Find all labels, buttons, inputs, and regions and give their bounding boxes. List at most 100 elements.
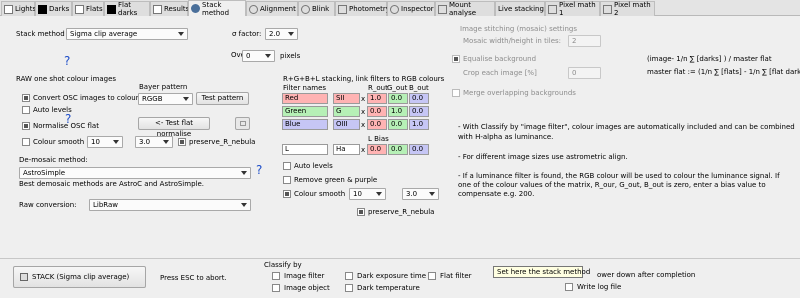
blue-name-field[interactable]: Blue — [282, 119, 328, 130]
equalise-checkbox[interactable] — [452, 55, 460, 63]
merge-checkbox[interactable] — [452, 89, 460, 97]
demosaic-help-icon[interactable]: ? — [256, 163, 262, 177]
convert-osc-checkbox[interactable] — [22, 94, 30, 102]
tab-stack-method[interactable]: Stack method — [188, 0, 246, 17]
sigma-factor-select[interactable]: 2.0 — [265, 28, 298, 40]
remove-green-label: Remove green & purple — [294, 176, 378, 184]
tab-darks[interactable]: Darks — [35, 1, 72, 16]
dark-exposure-checkbox[interactable] — [345, 272, 353, 280]
chevron-down-icon — [265, 54, 271, 58]
tab-flats[interactable]: Flats — [72, 1, 104, 16]
chevron-down-icon — [163, 140, 169, 144]
raw-conversion-label: Raw conversion: — [19, 201, 77, 209]
mosaic-width-input[interactable]: 2 — [568, 35, 601, 47]
tab-lights[interactable]: Lights — [1, 1, 36, 16]
b-out-label: B_out — [409, 84, 429, 92]
crop-input[interactable]: 0 — [568, 67, 601, 79]
chevron-down-icon — [183, 97, 189, 101]
test-flat-normalise-button[interactable]: <- Test flat normalise — [138, 117, 210, 138]
tab-photometry[interactable]: Photometry — [335, 1, 390, 16]
luminance-b-bias[interactable]: 0.0 — [409, 144, 429, 155]
raw-colour-smooth-checkbox[interactable] — [22, 138, 30, 146]
bayer-pattern-select[interactable]: RGGB — [138, 93, 193, 105]
mount-analyse-icon — [438, 4, 447, 14]
oversize-select[interactable]: 0 — [242, 50, 275, 62]
raw-auto-levels-checkbox[interactable] — [22, 106, 30, 114]
rgb-colour-smooth-checkbox[interactable] — [283, 190, 291, 198]
luminance-r-bias[interactable]: 0.0 — [367, 144, 387, 155]
green-g-out[interactable]: 1.0 — [388, 106, 408, 117]
red-filter-field[interactable]: SII — [333, 93, 360, 104]
classify-image-filter-checkbox[interactable] — [272, 272, 280, 280]
blue-g-out[interactable]: 0.0 — [388, 119, 408, 130]
tab-pixel-math-1[interactable]: Pixel math 1 — [545, 1, 600, 17]
rgb-smooth-select[interactable]: 10 — [349, 188, 386, 200]
rgb-smooth-select-2[interactable]: 3.0 — [402, 188, 439, 200]
l-bias-label: L Bias — [368, 135, 389, 143]
tab-flat-darks[interactable]: Flat darks — [104, 1, 150, 17]
help-icon[interactable]: ? — [64, 54, 70, 68]
tab-pixel-math-2[interactable]: Pixel math 2 — [600, 1, 655, 17]
tab-alignment[interactable]: Alignment — [246, 1, 298, 16]
inspector-icon — [390, 4, 399, 14]
pixel-math-2-icon — [603, 4, 612, 14]
luminance-name-field[interactable]: L — [282, 144, 328, 155]
write-log-checkbox[interactable] — [565, 283, 573, 291]
green-r-out[interactable]: 0.0 — [367, 106, 387, 117]
stack-method-select[interactable]: Sigma clip average — [66, 28, 188, 40]
lights-icon — [4, 4, 13, 14]
rgb-auto-levels-label: Auto levels — [294, 162, 333, 170]
stack-icon — [20, 273, 28, 281]
tab-bar: Lights Darks Flats Flat darks Results St… — [0, 0, 800, 17]
undo-button[interactable] — [235, 117, 250, 130]
green-name-field[interactable]: Green — [282, 106, 328, 117]
tab-blink[interactable]: Blink — [298, 1, 335, 16]
red-g-out[interactable]: 0.0 — [388, 93, 408, 104]
dark-temperature-checkbox[interactable] — [345, 284, 353, 292]
green-b-out[interactable]: 0.0 — [409, 106, 429, 117]
tab-inspector[interactable]: Inspector — [387, 1, 435, 16]
demosaic-label: De-mosaic method: — [19, 156, 88, 164]
mosaic-width-label: Mosaic width/height in tiles: — [463, 37, 562, 45]
photometry-icon — [338, 4, 347, 14]
crop-label: Crop each image [%] — [463, 69, 537, 77]
stack-button[interactable]: STACK (Sigma clip average) — [13, 266, 146, 288]
dark-exposure-label: Dark exposure time — [357, 272, 427, 280]
formula-flat: master flat := (1/n ∑ [flats] - 1/n ∑ [f… — [647, 68, 800, 76]
tab-results[interactable]: Results — [150, 1, 189, 16]
blue-filter-field[interactable]: OIII — [333, 119, 360, 130]
alignment-icon — [249, 4, 258, 14]
raw-help-icon[interactable]: ? — [65, 112, 71, 126]
flat-filter-checkbox[interactable] — [428, 272, 436, 280]
flat-darks-icon — [107, 4, 116, 14]
green-filter-field[interactable]: G — [333, 106, 360, 117]
red-name-field[interactable]: Red — [282, 93, 328, 104]
red-b-out[interactable]: 0.0 — [409, 93, 429, 104]
rgb-auto-levels-checkbox[interactable] — [283, 162, 291, 170]
remove-green-checkbox[interactable] — [283, 176, 291, 184]
tab-live-stacking[interactable]: Live stacking — [495, 1, 545, 16]
chevron-down-icon — [178, 32, 184, 36]
r-out-label: R_out — [368, 84, 388, 92]
darks-icon — [38, 4, 47, 14]
raw-preserve-label: preserve_R_nebula — [189, 138, 256, 146]
rgb-preserve-checkbox[interactable] — [357, 208, 365, 216]
normalise-flat-checkbox[interactable] — [22, 122, 30, 130]
power-down-label: ower down after completion — [597, 271, 696, 279]
blue-r-out[interactable]: 0.0 — [367, 119, 387, 130]
raw-smooth-select[interactable]: 10 — [87, 136, 123, 148]
raw-conversion-select[interactable]: LibRaw — [89, 199, 251, 211]
g-out-label: G_out — [387, 84, 408, 92]
flats-icon — [75, 4, 84, 14]
classify-image-object-checkbox[interactable] — [272, 284, 280, 292]
luminance-filter-field[interactable]: Ha — [333, 144, 360, 155]
tab-mount-analyse[interactable]: Mount analyse — [435, 1, 495, 17]
demosaic-note: Best demosaic methods are AstroC and Ast… — [19, 180, 204, 188]
test-pattern-button[interactable]: Test pattern — [196, 92, 249, 105]
red-r-out[interactable]: 1.0 — [367, 93, 387, 104]
blue-b-out[interactable]: 1.0 — [409, 119, 429, 130]
flat-filter-label: Flat filter — [440, 272, 472, 280]
write-log-label: Write log file — [577, 283, 622, 291]
demosaic-select[interactable]: AstroSimple — [19, 167, 251, 179]
luminance-g-bias[interactable]: 0.0 — [388, 144, 408, 155]
